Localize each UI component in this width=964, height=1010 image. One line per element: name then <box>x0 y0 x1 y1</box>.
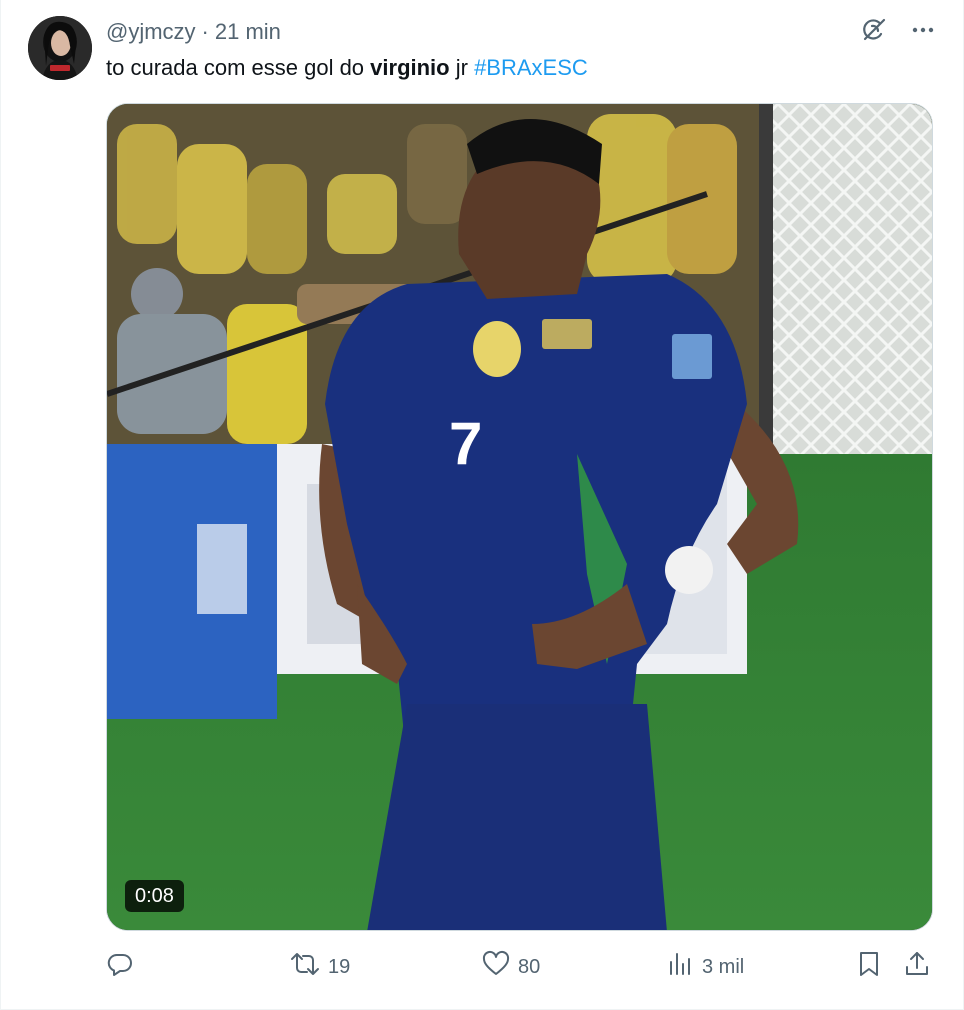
text-part: to curada com esse gol do <box>106 55 371 80</box>
views-count: 3 mil <box>702 955 745 978</box>
like-button[interactable]: 80 <box>482 950 540 984</box>
retweet-button[interactable]: 19 <box>290 950 350 984</box>
share-icon <box>903 950 931 984</box>
reply-icon <box>106 950 134 984</box>
views-button[interactable]: 3 mil <box>668 950 744 984</box>
tweet-text: to curada com esse gol do virginio jr #B… <box>106 54 588 82</box>
left-border <box>0 0 1 1010</box>
video-player[interactable]: 7 0:08 <box>106 103 933 931</box>
like-icon <box>482 950 510 984</box>
top-actions <box>860 16 936 44</box>
user-handle[interactable]: @yjmczy <box>106 19 196 45</box>
tweet-header: @yjmczy · 21 min <box>106 18 281 46</box>
retweet-count: 19 <box>328 955 351 978</box>
bookmark-button[interactable] <box>856 950 882 984</box>
more-icon[interactable] <box>910 17 936 43</box>
grok-icon[interactable] <box>860 16 888 44</box>
timestamp[interactable]: 21 min <box>215 19 281 45</box>
text-part: jr <box>449 55 475 80</box>
separator-dot: · <box>201 19 209 44</box>
reply-button[interactable] <box>106 950 134 984</box>
like-count: 80 <box>518 955 541 978</box>
bookmark-icon <box>856 950 882 984</box>
text-bold-part: virginio <box>370 55 450 80</box>
jersey-number: 7 <box>449 410 482 477</box>
video-duration: 0:08 <box>125 880 184 912</box>
hashtag-link[interactable]: #BRAxESC <box>474 55 588 80</box>
views-icon <box>668 950 694 984</box>
share-button[interactable] <box>903 950 931 984</box>
retweet-icon <box>290 950 320 984</box>
avatar[interactable] <box>28 16 92 80</box>
action-bar: 19 80 3 mil <box>106 950 933 984</box>
